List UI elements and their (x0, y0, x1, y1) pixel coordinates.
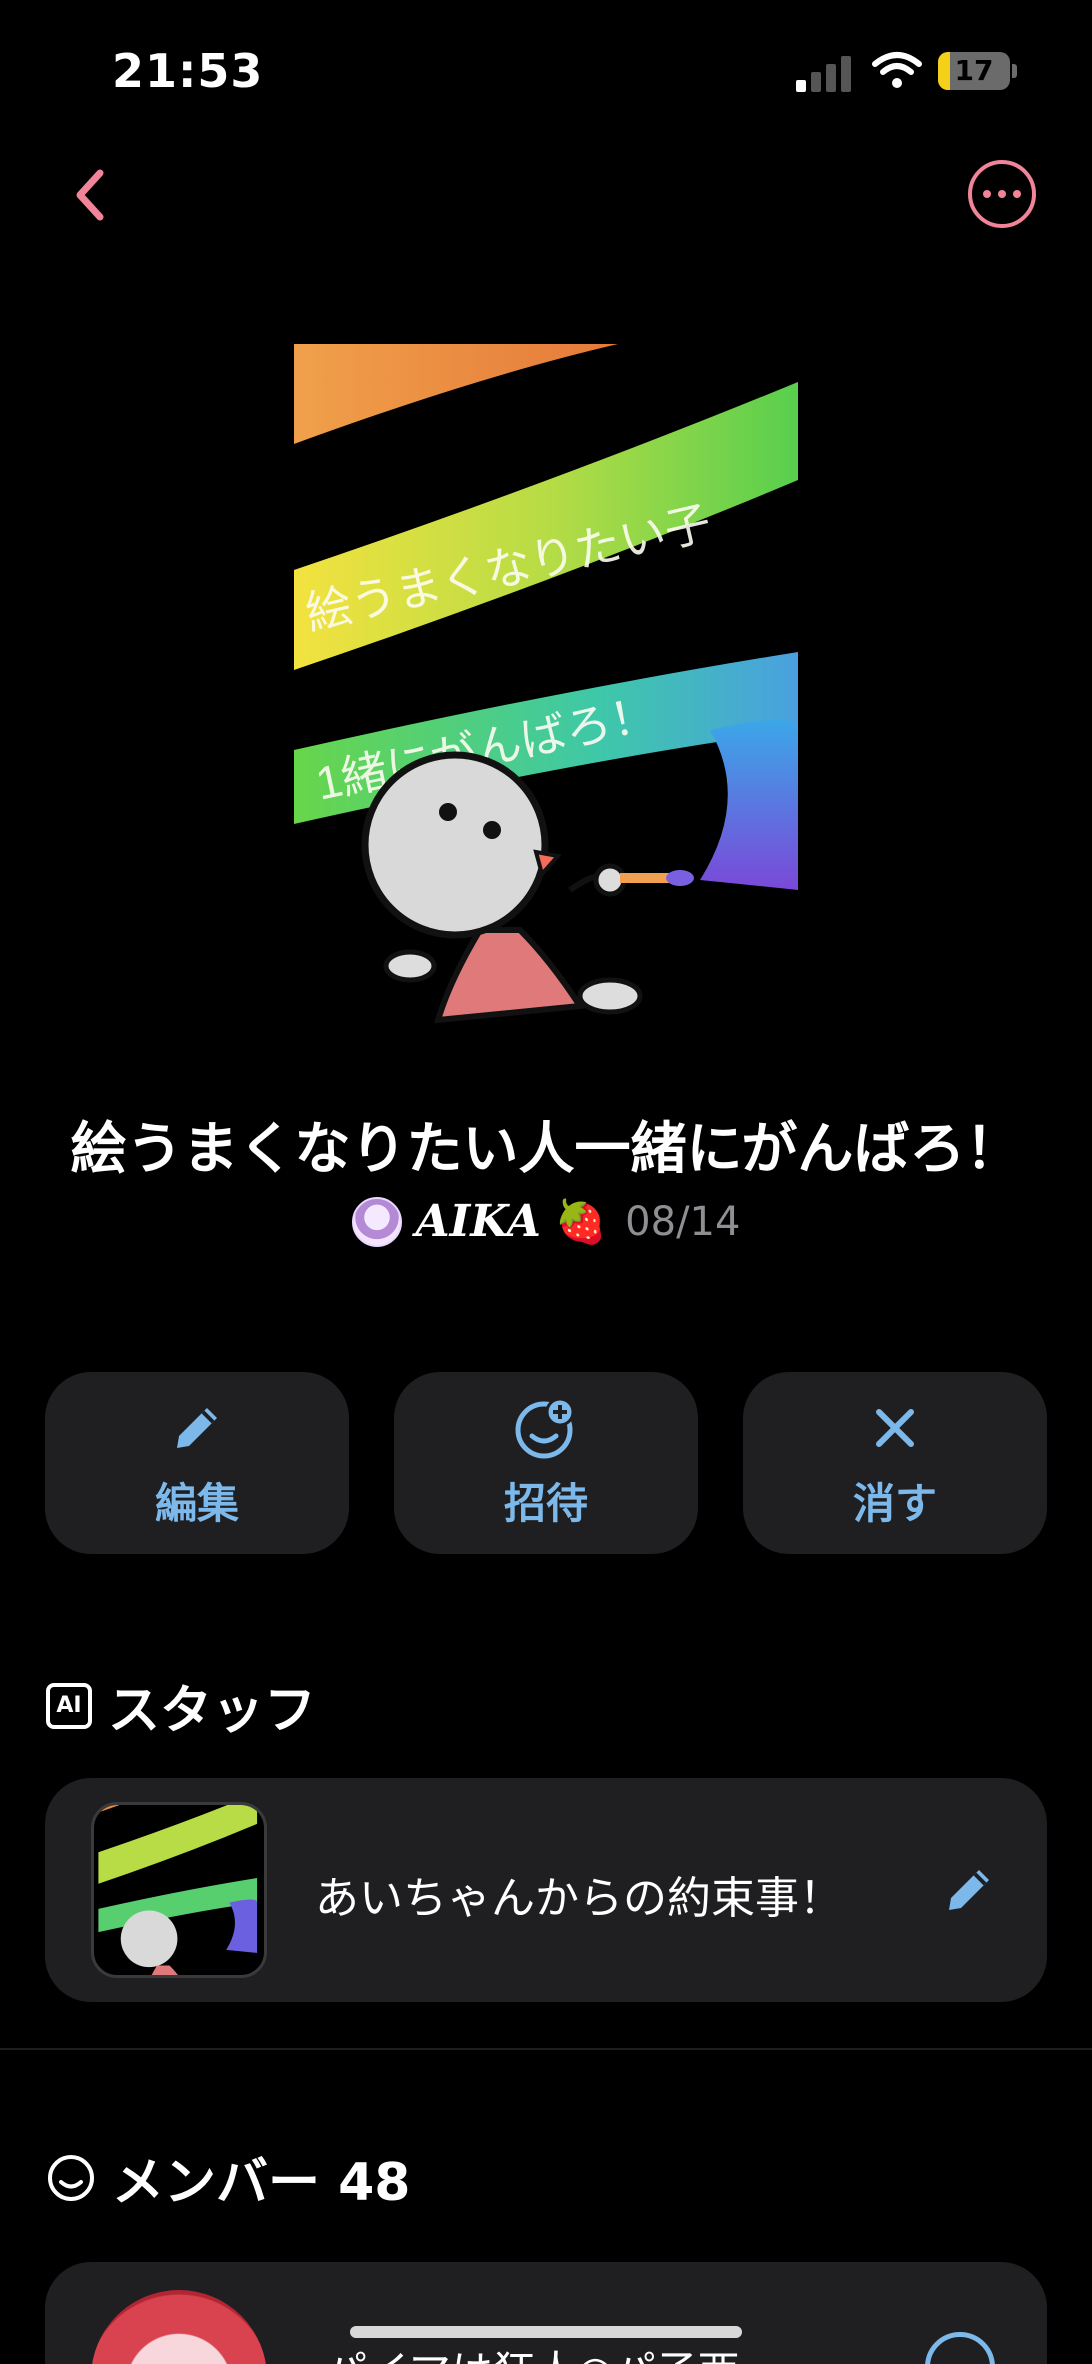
more-options-button[interactable] (968, 160, 1036, 228)
edit-button[interactable]: 編集 (45, 1372, 349, 1554)
pencil-icon (177, 1407, 217, 1448)
staff-thumbnail (91, 1802, 267, 1978)
more-dot-icon (998, 190, 1006, 198)
post-meta: AIKA 🍓 08/14 (0, 1196, 1092, 1247)
cover-image: 絵うまくなりたい子 1緒にがんばろ！ (294, 344, 798, 1024)
cover-text: 絵うまくなりたい子 1緒にがんばろ！ (301, 496, 716, 810)
home-indicator (350, 2326, 742, 2338)
drawing-character (361, 751, 694, 1024)
delete-button[interactable]: 消す (743, 1372, 1047, 1554)
staff-heading: スタッフ (108, 1681, 317, 1741)
smile-icon (48, 2154, 94, 2201)
staff-item-title: あいちゃんからの約束事！ (315, 1873, 843, 1924)
delete-label: 消す (852, 1478, 937, 1528)
ai-badge-icon: AI (46, 1682, 92, 1729)
add-person-icon (515, 1397, 575, 1458)
battery-tip (1012, 64, 1017, 78)
edit-label: 編集 (154, 1478, 239, 1528)
cellular-signal-icon (796, 52, 852, 92)
status-time: 21:53 (112, 44, 264, 98)
wifi-icon (872, 52, 922, 88)
staff-item[interactable]: あいちゃんからの約束事！ (45, 1778, 1047, 2002)
strawberry-icon: 🍓 (554, 1196, 608, 1246)
more-dot-icon (983, 190, 991, 198)
post-date: 08/14 (625, 1198, 741, 1245)
action-buttons: 編集 招待 消す (45, 1372, 1047, 1554)
more-dot-icon (1013, 190, 1021, 198)
member-action-button[interactable] (925, 2332, 995, 2364)
staff-section-header: AI スタッフ (46, 1668, 316, 1743)
battery-level: 17 (954, 54, 994, 87)
pencil-icon[interactable] (937, 1858, 1001, 1922)
divider (0, 2048, 1092, 2050)
close-icon (876, 1408, 914, 1447)
back-button[interactable] (60, 160, 120, 230)
author-name[interactable]: AIKA (416, 1196, 541, 1247)
member-name: パイマは狂人◎パ子西 (325, 2338, 740, 2364)
member-list-item[interactable]: パイマは狂人◎パ子西 (45, 2262, 1047, 2364)
member-heading: メンバー 48 (112, 2153, 411, 2213)
post-title: 絵うまくなりたい人一緒にがんばろ！ (70, 1117, 1022, 1182)
author-avatar[interactable] (351, 1196, 402, 1247)
member-section-header: メンバー 48 (46, 2140, 410, 2215)
invite-button[interactable]: 招待 (394, 1372, 698, 1554)
member-avatar (91, 2290, 267, 2364)
battery-icon: 17 (938, 52, 1010, 90)
chevron-left-icon (76, 169, 104, 221)
status-bar: 21:53 17 (0, 0, 1092, 140)
invite-label: 招待 (503, 1478, 588, 1528)
